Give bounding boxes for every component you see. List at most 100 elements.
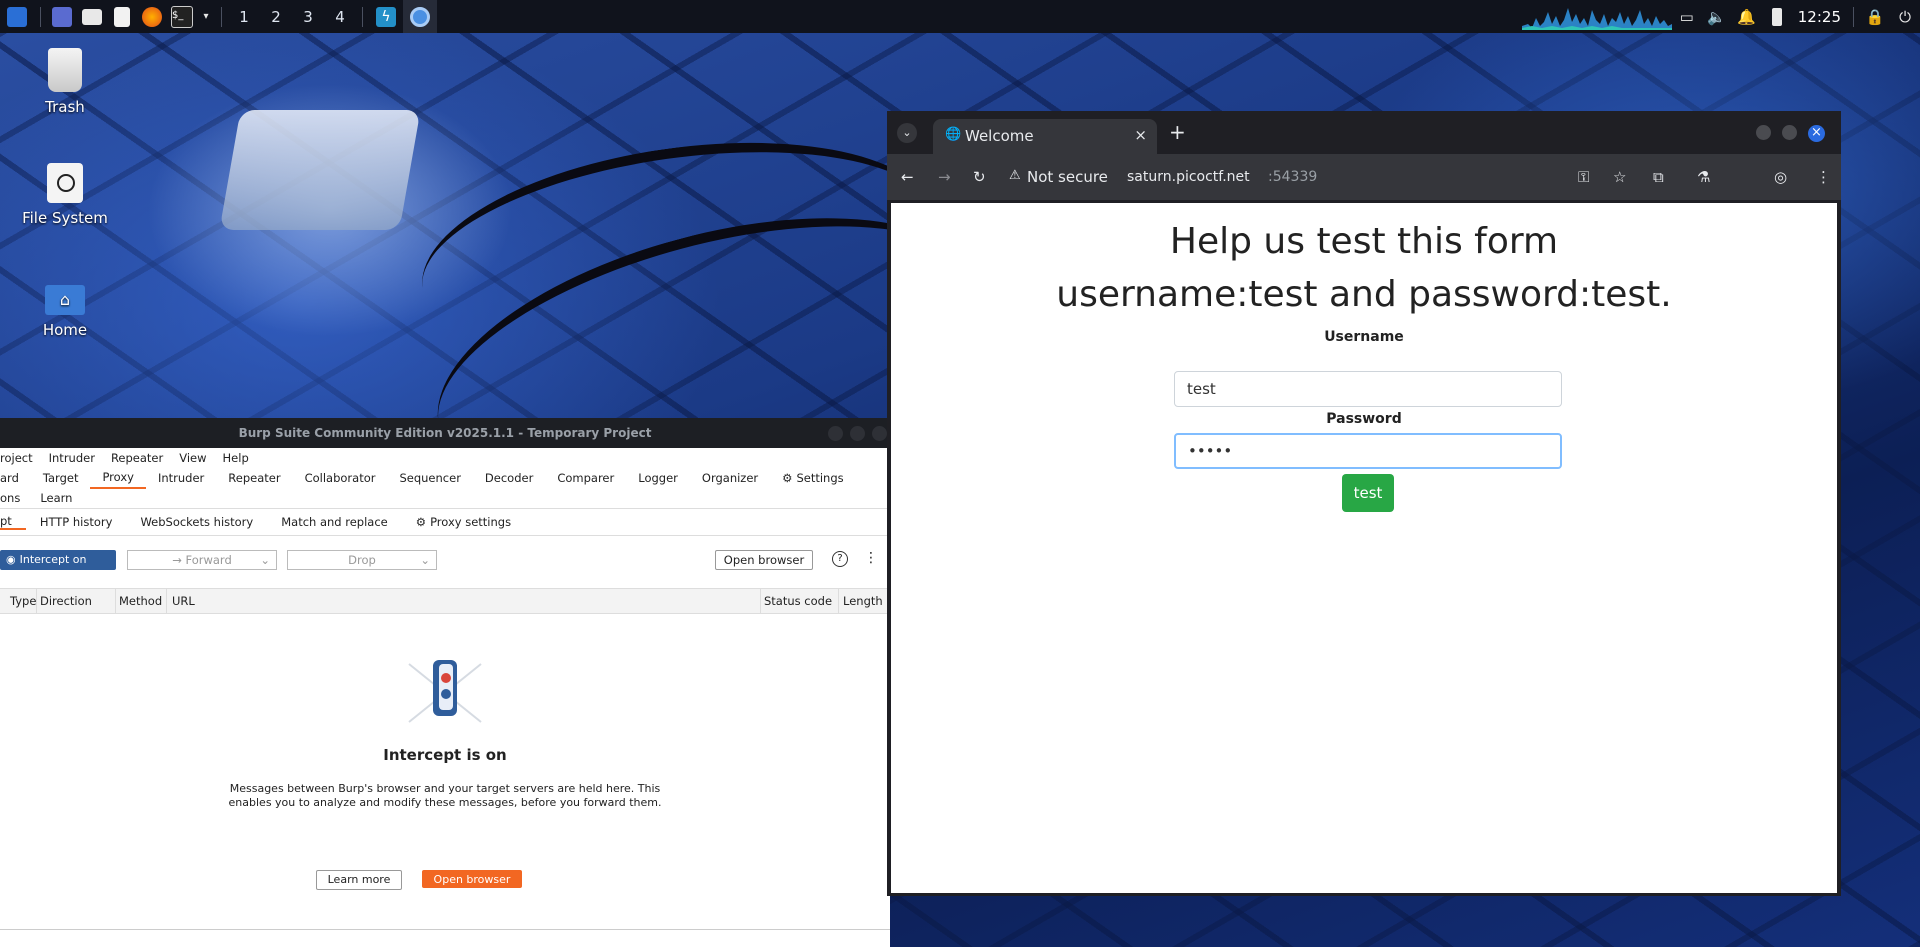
tab-repeater[interactable]: Repeater [216, 468, 292, 488]
learn-more-button[interactable]: Learn more [316, 870, 402, 890]
labs-flask-icon[interactable]: ⚗ [1697, 168, 1710, 186]
terminal-dropdown-icon[interactable]: ▾ [197, 0, 215, 33]
subtab-intercept[interactable]: pt [0, 514, 26, 530]
submit-button[interactable]: test [1342, 474, 1394, 512]
drop-button[interactable]: Drop ⌄ [287, 550, 437, 570]
tab-dashboard[interactable]: ard [0, 468, 31, 488]
burp-close-button[interactable] [872, 426, 887, 441]
chromium-icon[interactable] [403, 0, 437, 33]
more-options-icon[interactable]: ⋮ [864, 550, 878, 566]
burp-minimize-button[interactable] [828, 426, 843, 441]
file-manager-icon[interactable] [77, 0, 107, 33]
kali-menu-icon[interactable] [0, 0, 34, 33]
tab-title: Welcome [965, 127, 1034, 145]
col-method[interactable]: Method [119, 594, 162, 608]
tab-proxy[interactable]: Proxy [90, 467, 146, 489]
password-key-icon[interactable]: ⚿ [1578, 168, 1589, 186]
workspace-1[interactable]: 1 [228, 0, 260, 33]
tab-comparer[interactable]: Comparer [545, 468, 626, 488]
gear-icon: ⚙ [782, 471, 793, 485]
globe-icon: 🌐 [945, 127, 962, 142]
tab-search-icon[interactable]: ⌄ [897, 123, 917, 143]
menu-help[interactable]: Help [215, 451, 257, 465]
workspace-3[interactable]: 3 [292, 0, 324, 33]
menu-repeater[interactable]: Repeater [103, 451, 171, 465]
password-field[interactable]: ••••• [1174, 433, 1562, 469]
panel-clock[interactable]: 12:25 [1792, 0, 1847, 33]
col-status-code[interactable]: Status code [764, 594, 832, 608]
intercept-toggle-button[interactable]: ◉ Intercept on [0, 550, 116, 570]
empty-state-text: Messages between Burp's browser and your… [228, 782, 662, 809]
terminal-icon[interactable]: $_ [167, 0, 197, 33]
tab-sequencer[interactable]: Sequencer [387, 468, 472, 488]
tab-collaborator[interactable]: Collaborator [293, 468, 388, 488]
bookmark-star-icon[interactable]: ☆ [1613, 168, 1626, 186]
burp-maximize-button[interactable] [850, 426, 865, 441]
browser-tabstrip[interactable]: ⌄ 🌐 Welcome × + × [887, 111, 1841, 154]
desktop-icon-trash[interactable]: Trash [10, 48, 120, 116]
tab-logger[interactable]: Logger [626, 468, 690, 488]
subtab-proxy-settings[interactable]: ⚙ Proxy settings [402, 515, 525, 529]
menu-intruder[interactable]: Intruder [41, 451, 103, 465]
reload-icon[interactable]: ↻ [973, 168, 986, 186]
workspace-4[interactable]: 4 [324, 0, 356, 33]
maximize-button[interactable] [1782, 125, 1797, 140]
col-length[interactable]: Length [843, 594, 883, 608]
forward-icon[interactable]: → [938, 168, 951, 186]
burp-bottom-divider [0, 929, 890, 930]
panel-separator [221, 6, 222, 27]
drive-icon [47, 163, 83, 203]
extensions-icon[interactable]: ⧉ [1653, 168, 1664, 186]
tab-organizer[interactable]: Organizer [690, 468, 770, 488]
logout-icon[interactable]: ⏻ [1890, 0, 1920, 33]
help-icon[interactable]: ? [832, 551, 848, 567]
firefox-icon[interactable] [137, 0, 167, 33]
open-browser-primary-button[interactable]: Open browser [422, 870, 522, 888]
col-type[interactable]: Type [10, 594, 36, 608]
open-browser-button[interactable]: Open browser [715, 550, 813, 570]
desktop-icon-home[interactable]: ⌂ Home [10, 285, 120, 339]
tab-target[interactable]: Target [31, 468, 91, 488]
desktop-icon-file-system[interactable]: File System [10, 163, 120, 227]
tab-extensions[interactable]: ons [0, 491, 30, 505]
col-direction[interactable]: Direction [40, 594, 92, 608]
lock-icon[interactable]: 🔒 [1860, 0, 1890, 33]
tab-learn[interactable]: Learn [30, 491, 82, 505]
tab-settings[interactable]: ⚙ Settings [770, 468, 855, 488]
new-tab-button[interactable]: + [1169, 120, 1186, 144]
browser-tab-welcome[interactable]: 🌐 Welcome × [933, 119, 1157, 154]
burp-titlebar[interactable]: Burp Suite Community Edition v2025.1.1 -… [0, 418, 890, 448]
security-chip[interactable]: Not secure [1027, 168, 1108, 186]
battery-icon[interactable] [1762, 0, 1792, 33]
notification-bell-icon[interactable]: 🔔 [1732, 0, 1762, 33]
chevron-down-icon[interactable]: ⌄ [420, 551, 430, 569]
profile-icon[interactable]: ◎ [1774, 168, 1787, 186]
chrome-menu-icon[interactable]: ⋮ [1816, 168, 1831, 186]
tab-decoder[interactable]: Decoder [473, 468, 545, 488]
volume-icon[interactable]: 🔈 [1702, 0, 1732, 33]
eye-icon: ◉ [6, 553, 16, 566]
display-icon[interactable]: ▭ [1672, 0, 1702, 33]
subtab-websockets-history[interactable]: WebSockets history [126, 515, 267, 529]
col-url[interactable]: URL [172, 594, 195, 608]
username-field[interactable]: test [1174, 371, 1562, 407]
forward-button[interactable]: → Forward ⌄ [127, 550, 277, 570]
desktop-icon-label: Trash [45, 98, 85, 116]
back-icon[interactable]: ← [901, 168, 914, 186]
subtab-match-replace[interactable]: Match and replace [267, 515, 402, 529]
intercept-toolbar: ◉ Intercept on → Forward ⌄ Drop ⌄ Open br… [0, 536, 890, 589]
tab-intruder[interactable]: Intruder [146, 468, 216, 488]
minimize-button[interactable] [1756, 125, 1771, 140]
workspace-2[interactable]: 2 [260, 0, 292, 33]
trash-icon [48, 48, 82, 92]
chevron-down-icon[interactable]: ⌄ [260, 551, 270, 569]
show-desktop-icon[interactable] [47, 0, 77, 33]
tab-close-icon[interactable]: × [1134, 126, 1147, 144]
subtab-http-history[interactable]: HTTP history [26, 515, 127, 529]
text-editor-icon[interactable] [107, 0, 137, 33]
burp-icon[interactable]: ϟ [369, 0, 403, 33]
menu-view[interactable]: View [171, 451, 214, 465]
address-bar[interactable]: ⚠ Not secure saturn.picoctf.net :54339 [1007, 160, 1567, 194]
close-window-button[interactable]: × [1808, 125, 1825, 142]
menu-project[interactable]: roject [0, 451, 41, 465]
